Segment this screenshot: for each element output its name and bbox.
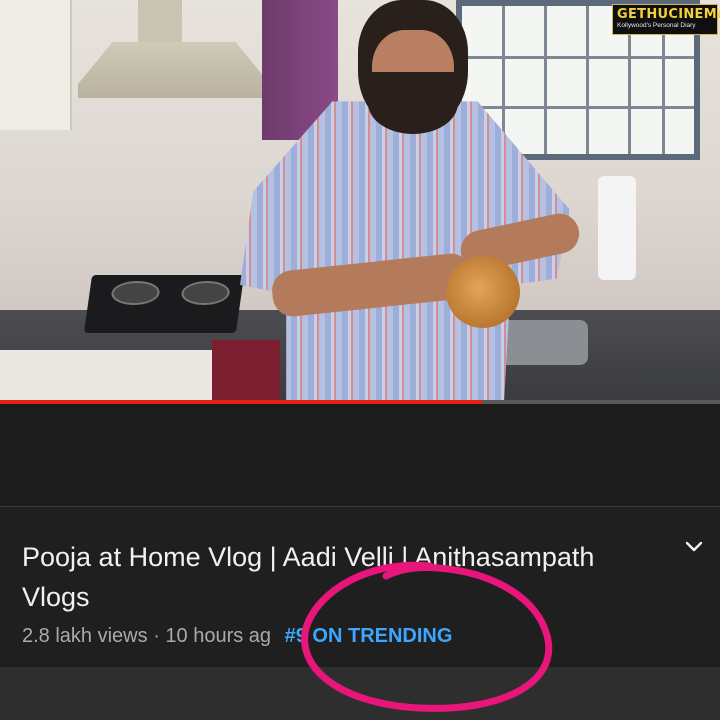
bottom-action-bar xyxy=(0,667,720,720)
player-bottom-area xyxy=(0,404,720,507)
video-frame-water-filter xyxy=(598,176,636,280)
view-count: 2.8 lakh views xyxy=(22,625,148,647)
video-frame-person-beard xyxy=(368,72,458,134)
video-frame-chimney-hood xyxy=(78,42,270,98)
video-frame-cupboard-door xyxy=(212,340,280,403)
video-title[interactable]: Pooja at Home Vlog | Aadi Velli | Anitha… xyxy=(22,537,662,617)
trending-badge[interactable]: #9 ON TRENDING xyxy=(285,625,453,647)
video-frame-coconut xyxy=(446,256,520,328)
chevron-down-icon[interactable] xyxy=(682,535,706,559)
video-metadata: 2.8 lakh views · 10 hours ag #9 ON TREND… xyxy=(22,625,452,648)
channel-watermark-logo: GETHUCINEMA Kollywood's Personal Diary xyxy=(612,4,720,35)
meta-separator: · xyxy=(153,625,160,647)
video-info-panel: Pooja at Home Vlog | Aadi Velli | Anitha… xyxy=(0,507,720,667)
logo-text: GETHUCINEMA xyxy=(617,7,720,22)
logo-tagline: Kollywood's Personal Diary xyxy=(617,22,696,29)
video-player[interactable]: GETHUCINEMA Kollywood's Personal Diary xyxy=(0,0,720,403)
video-frame-hood-duct xyxy=(138,0,182,44)
video-frame-cabinet xyxy=(0,0,72,130)
upload-time: 10 hours ag xyxy=(165,625,272,647)
video-frame-stove xyxy=(83,275,245,333)
